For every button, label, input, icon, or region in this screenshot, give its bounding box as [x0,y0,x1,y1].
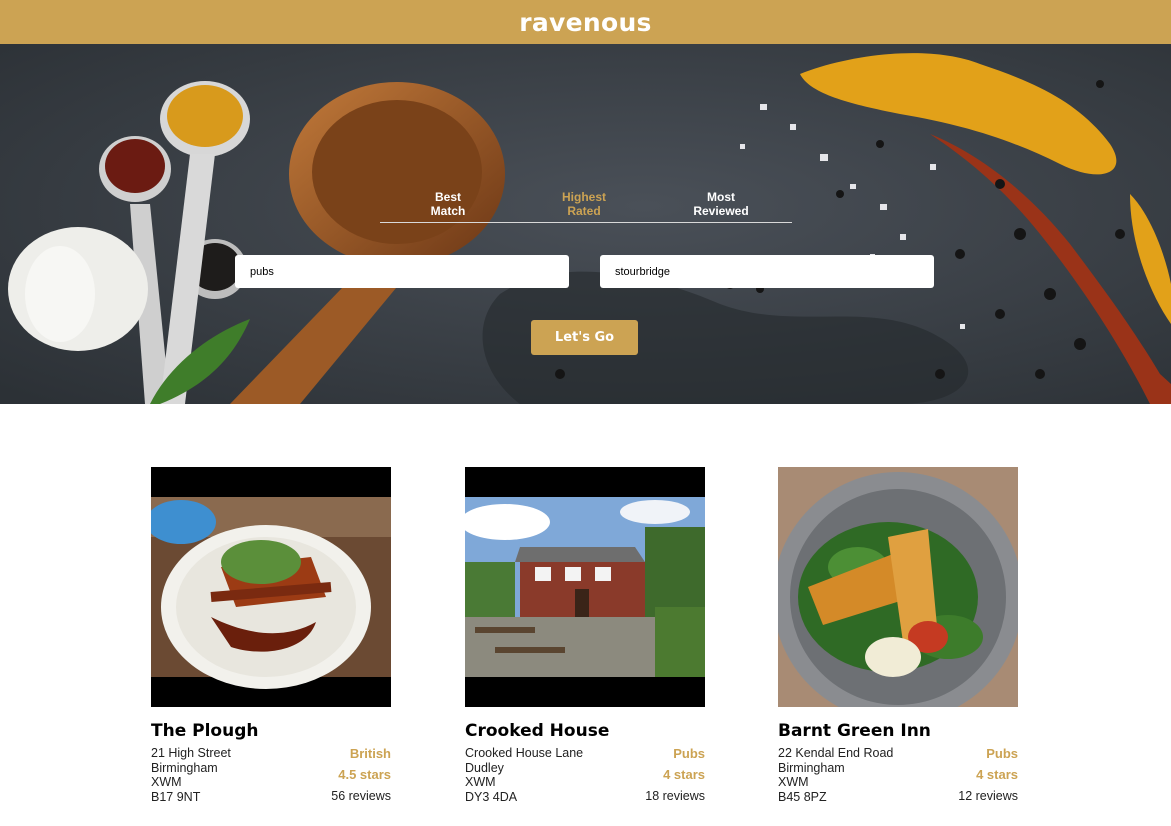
address-line: 21 High Street [151,746,231,760]
business-address: Crooked House Lane Dudley XWM DY3 4DA [465,746,583,804]
business-review-count: 12 reviews [958,789,1018,803]
business-review-count: 18 reviews [645,789,705,803]
business-image [465,467,705,707]
business-image [151,467,391,707]
address-line: XWM [778,775,809,789]
business-reviews: British 4.5 stars 56 reviews [331,746,391,804]
address-line: DY3 4DA [465,789,518,804]
address-line: XWM [151,775,182,789]
business-review-count: 56 reviews [331,789,391,803]
business-card[interactable]: Barnt Green Inn 22 Kendal End Road Birmi… [778,467,1018,804]
search-location-input[interactable] [600,255,934,288]
business-category: Pubs [673,746,705,761]
address-line: Birmingham [151,760,218,775]
sort-option-highest-rated[interactable]: Highest Rated [529,190,639,218]
business-reviews: Pubs 4 stars 18 reviews [645,746,705,804]
business-category: Pubs [986,746,1018,761]
business-card[interactable]: The Plough 21 High Street Birmingham XWM… [151,467,391,804]
search-bar: Best Match Highest Rated Most Reviewed L… [0,44,1171,404]
business-address: 21 High Street Birmingham XWM B17 9NT [151,746,231,804]
business-reviews: Pubs 4 stars 12 reviews [958,746,1018,804]
business-image [778,467,1018,707]
lets-go-button[interactable]: Let's Go [531,320,638,355]
business-name: The Plough [151,721,259,741]
business-category: British [349,746,391,761]
address-line: B45 8PZ [778,789,827,804]
address-line: XWM [465,775,496,789]
address-line: Dudley [465,760,504,775]
address-line: Birmingham [778,760,845,775]
address-line: Crooked House Lane [465,746,584,760]
business-card[interactable]: Crooked House Crooked House Lane Dudley … [465,467,705,804]
business-name: Crooked House [465,721,610,741]
sort-options: Best Match Highest Rated Most Reviewed [380,190,792,223]
business-address: 22 Kendal End Road Birmingham XWM B45 8P… [778,746,893,804]
business-rating: 4.5 stars [338,767,391,782]
business-name: Barnt Green Inn [778,721,931,741]
app-logo: ravenous [519,7,652,37]
search-term-input[interactable] [235,255,569,288]
sort-option-most-reviewed[interactable]: Most Reviewed [666,190,776,218]
address-line: 22 Kendal End Road [778,746,894,760]
address-line: B17 9NT [151,789,201,804]
business-rating: 4 stars [976,767,1018,782]
business-rating: 4 stars [663,767,705,782]
navbar: ravenous [0,0,1171,44]
sort-option-best-match[interactable]: Best Match [393,190,503,218]
